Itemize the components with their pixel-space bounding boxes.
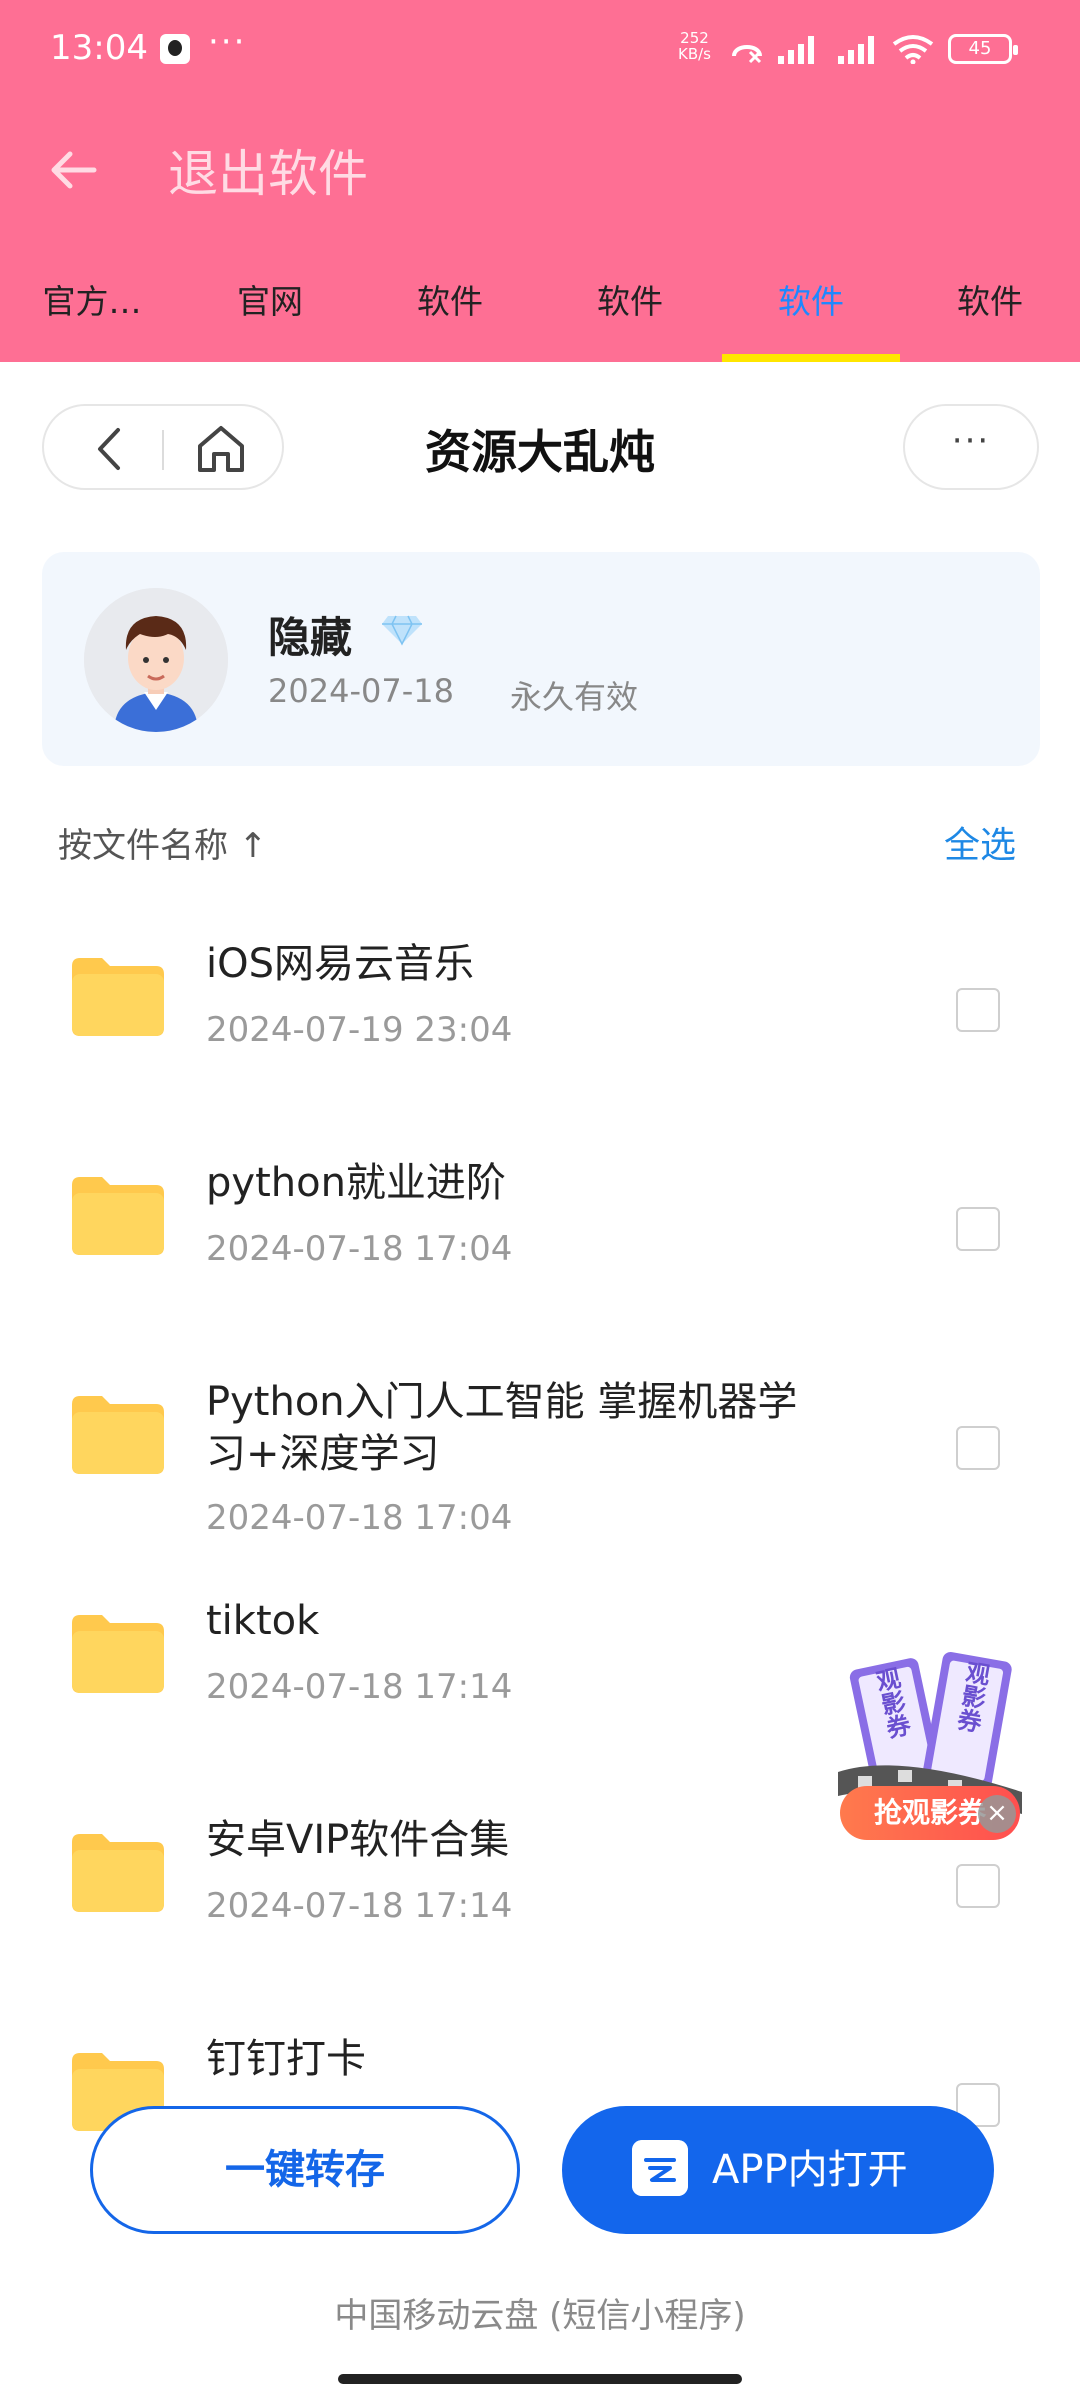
tab-software-4[interactable]: 软件 [900, 262, 1080, 362]
folder-icon [72, 1615, 164, 1693]
status-more: ··· [208, 22, 247, 62]
select-all-button[interactable]: 全选 [944, 816, 1016, 868]
list-item[interactable]: python就业进阶 2024-07-18 17:04 [0, 1149, 1080, 1349]
file-checkbox[interactable] [956, 1207, 1000, 1251]
file-name: 钉钉打卡 [206, 2036, 366, 2082]
tab-website[interactable]: 官网 [180, 262, 360, 362]
share-validity: 永久有效 [510, 678, 639, 716]
share-owner-card: 隐藏 2024-07-18 永久有效 [42, 552, 1040, 766]
file-date: 2024-07-18 17:04 [206, 1229, 513, 1269]
status-bar: 13:04 ··· 252 KB/s 45 [0, 0, 1080, 100]
network-speed-unit: KB/s [678, 45, 711, 63]
tab-indicator [722, 354, 900, 362]
gesture-home-bar[interactable] [338, 2374, 742, 2384]
back-arrow-icon[interactable] [44, 140, 104, 200]
save-to-drive-button[interactable]: 一键转存 [90, 2106, 520, 2234]
tab-official[interactable]: 官方… [2, 262, 182, 362]
network-speed: 252 KB/s [678, 30, 711, 62]
footer-provider: 中国移动云盘 (短信小程序) [334, 2296, 746, 2336]
bottom-action-bar: 一键转存 APP内打开 [0, 2090, 1080, 2250]
app-header: 13:04 ··· 252 KB/s 45 退出软件 官方… 官网 软件 软件 … [0, 0, 1080, 362]
cloud-drive-app-icon [632, 2140, 688, 2196]
open-in-app-button[interactable]: APP内打开 [562, 2106, 994, 2234]
more-options-button[interactable]: ··· [903, 404, 1039, 490]
qq-notification-icon [160, 34, 190, 64]
file-date: 2024-07-18 17:14 [206, 1886, 513, 1926]
folder-icon [72, 1177, 164, 1255]
file-checkbox[interactable] [956, 1864, 1000, 1908]
wifi-icon [892, 35, 934, 64]
list-item[interactable]: iOS网易云音乐 2024-07-19 23:04 [0, 930, 1080, 1130]
call-off-icon [732, 45, 762, 64]
network-speed-value: 252 [680, 29, 709, 47]
title-bar: 退出软件 [0, 110, 1080, 220]
file-date: 2024-07-19 23:04 [206, 1010, 513, 1050]
sort-by-name[interactable]: 按文件名称 ↑ [58, 818, 267, 867]
file-name: Python入门人工智能 掌握机器学习+深度学习 [206, 1379, 798, 1477]
file-date: 2024-07-18 17:14 [206, 1667, 513, 1707]
folder-icon [72, 1834, 164, 1912]
file-name: iOS网易云音乐 [206, 941, 474, 987]
signal-icon-2 [838, 36, 874, 64]
owner-name: 隐藏 [268, 613, 353, 662]
open-in-app-label: APP内打开 [712, 2147, 908, 2193]
page-header-title: 退出软件 [168, 145, 368, 203]
file-checkbox[interactable] [956, 988, 1000, 1032]
file-name: tiktok [206, 1598, 320, 1644]
tab-software-1[interactable]: 软件 [360, 262, 540, 362]
tab-software-2[interactable]: 软件 [540, 262, 720, 362]
folder-icon [72, 958, 164, 1036]
promo-close-button[interactable]: × [978, 1795, 1016, 1833]
status-time: 13:04 [50, 28, 148, 68]
list-item[interactable]: Python入门人工智能 掌握机器学习+深度学习 2024-07-18 17:0… [0, 1368, 1080, 1558]
file-date: 2024-07-18 17:04 [206, 1498, 513, 1538]
diamond-vip-icon [382, 615, 422, 646]
folder-icon [72, 1396, 164, 1474]
tab-software-active[interactable]: 软件 [721, 262, 901, 362]
file-checkbox[interactable] [956, 1426, 1000, 1470]
file-name: 安卓VIP软件合集 [206, 1817, 510, 1863]
battery-indicator: 45 [948, 34, 1018, 64]
share-date: 2024-07-18 [268, 672, 454, 710]
tab-bar: 官方… 官网 软件 软件 软件 软件 [0, 262, 1080, 362]
file-name: python就业进阶 [206, 1160, 506, 1206]
signal-icon-1 [778, 36, 814, 64]
avatar [84, 588, 228, 732]
